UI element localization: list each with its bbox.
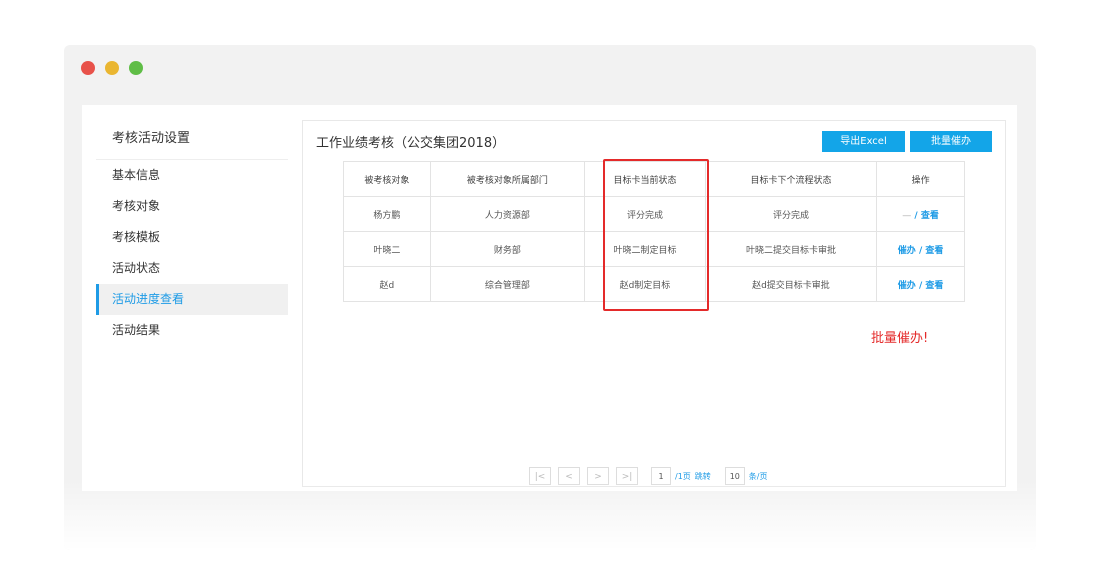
cell-actions: 催办 / 查看 bbox=[876, 266, 965, 302]
cell-name: 赵d bbox=[343, 266, 431, 302]
page-title: 工作业绩考核（公交集团2018） bbox=[316, 136, 506, 151]
sidebar-title: 考核活动设置 bbox=[96, 119, 288, 160]
action-separator: / bbox=[915, 245, 926, 256]
cell-name: 叶晓二 bbox=[343, 231, 431, 267]
status-column-highlight bbox=[603, 159, 709, 311]
action-separator: / bbox=[911, 210, 921, 221]
cell-dept: 综合管理部 bbox=[429, 266, 586, 302]
column-header: 目标卡下个流程状态 bbox=[704, 161, 878, 197]
annotation-text: 批量催办! bbox=[871, 331, 929, 346]
column-header: 被考核对象所属部门 bbox=[429, 161, 586, 197]
batch-urge-button[interactable]: 批量催办 bbox=[910, 131, 992, 152]
cell-next-status: 叶晓二提交目标卡审批 bbox=[704, 231, 878, 267]
column-header: 被考核对象 bbox=[343, 161, 431, 197]
close-dot[interactable] bbox=[81, 61, 95, 75]
cell-name: 杨方鹏 bbox=[343, 196, 431, 232]
app-window: 考核活动设置 基本信息 考核对象 考核模板 活动状态 活动进度查看 活动结果 工… bbox=[64, 45, 1036, 550]
cell-next-status: 赵d提交目标卡审批 bbox=[704, 266, 878, 302]
cell-dept: 财务部 bbox=[429, 231, 586, 267]
view-link[interactable]: 查看 bbox=[925, 246, 943, 256]
export-excel-button[interactable]: 导出Excel bbox=[822, 131, 905, 152]
view-link[interactable]: 查看 bbox=[925, 281, 943, 291]
window-controls bbox=[81, 61, 143, 75]
sidebar-item-basic-info[interactable]: 基本信息 bbox=[96, 160, 288, 191]
view-link[interactable]: 查看 bbox=[921, 211, 939, 221]
maximize-dot[interactable] bbox=[129, 61, 143, 75]
column-header: 操作 bbox=[876, 161, 965, 197]
urge-disabled: — bbox=[902, 210, 912, 221]
cell-next-status: 评分完成 bbox=[704, 196, 878, 232]
sidebar-item-targets[interactable]: 考核对象 bbox=[96, 191, 288, 222]
sidebar-item-progress[interactable]: 活动进度查看 bbox=[96, 284, 288, 315]
cell-actions: — / 查看 bbox=[876, 196, 965, 232]
window-fade bbox=[64, 480, 1036, 550]
urge-link[interactable]: 催办 bbox=[898, 246, 916, 256]
content-area: 考核活动设置 基本信息 考核对象 考核模板 活动状态 活动进度查看 活动结果 工… bbox=[82, 105, 1017, 491]
action-separator: / bbox=[915, 280, 926, 291]
sidebar-item-template[interactable]: 考核模板 bbox=[96, 222, 288, 253]
minimize-dot[interactable] bbox=[105, 61, 119, 75]
sidebar-item-results[interactable]: 活动结果 bbox=[96, 315, 288, 346]
cell-actions: 催办 / 查看 bbox=[876, 231, 965, 267]
cell-dept: 人力资源部 bbox=[429, 196, 586, 232]
sidebar: 考核活动设置 基本信息 考核对象 考核模板 活动状态 活动进度查看 活动结果 bbox=[96, 119, 288, 349]
urge-link[interactable]: 催办 bbox=[898, 281, 916, 291]
main-panel: 工作业绩考核（公交集团2018） 导出Excel 批量催办 被考核对象 被考核对… bbox=[302, 120, 1006, 487]
sidebar-item-status[interactable]: 活动状态 bbox=[96, 253, 288, 284]
